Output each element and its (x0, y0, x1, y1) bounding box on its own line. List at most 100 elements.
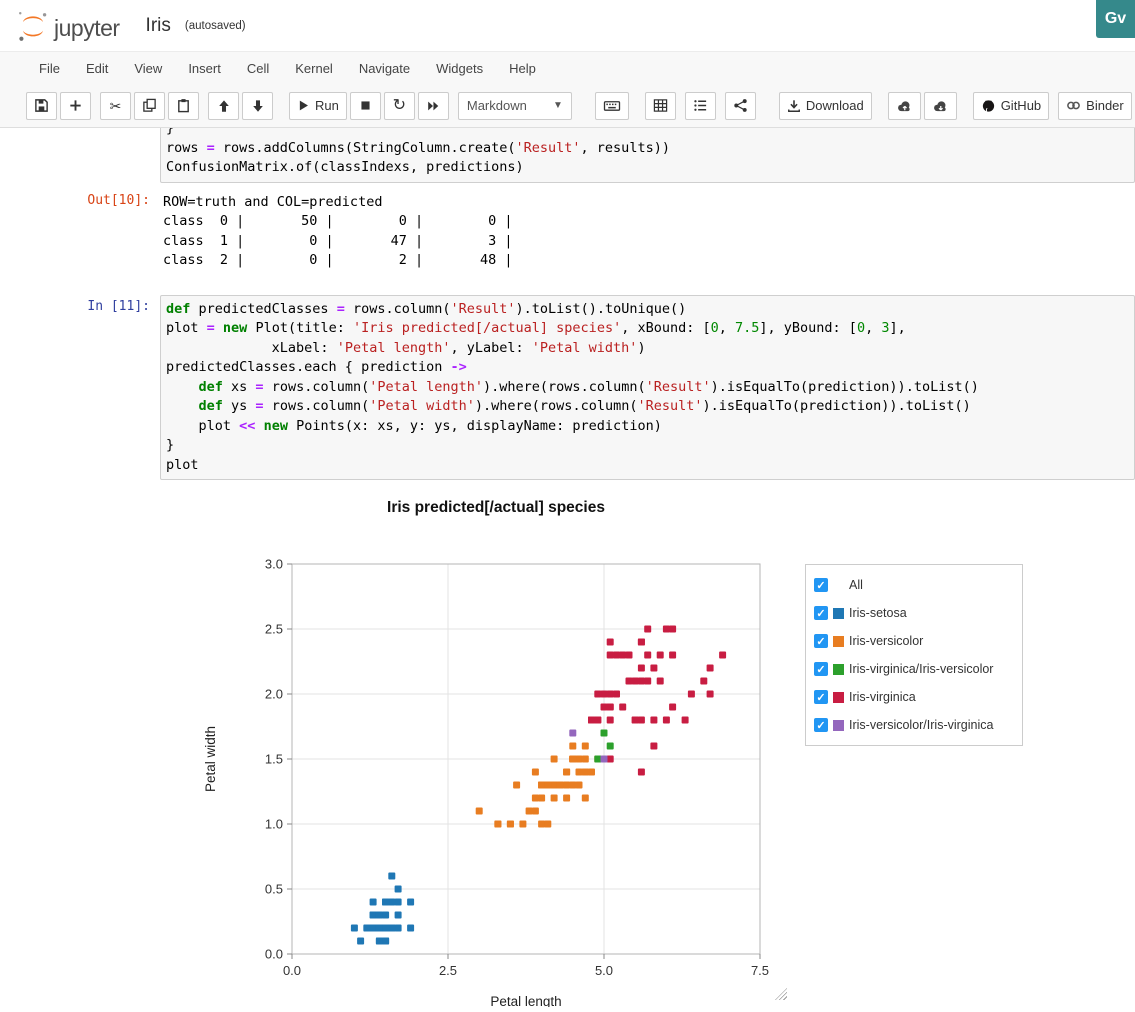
insert-cell-button[interactable] (60, 92, 91, 120)
checkbox-checked-icon[interactable] (814, 718, 828, 732)
cut-cell-button[interactable]: ✂ (100, 92, 131, 120)
download-button[interactable]: Download (779, 92, 872, 120)
github-button[interactable]: GitHub (973, 92, 1049, 120)
series-color-swatch (833, 664, 844, 675)
legend-item-iris-versicolor[interactable]: Iris-versicolor (814, 627, 1022, 655)
cloud-download-icon (932, 99, 949, 113)
menu-navigate[interactable]: Navigate (346, 56, 423, 81)
menu-kernel[interactable]: Kernel (282, 56, 346, 81)
share-button[interactable] (725, 92, 756, 120)
refresh-icon: ↻ (393, 98, 406, 114)
svg-text:Petal width: Petal width (203, 726, 218, 792)
scatter-plot[interactable]: 0.02.55.07.50.00.51.01.52.02.53.0Petal l… (185, 539, 797, 1007)
checkbox-checked-icon[interactable] (814, 606, 828, 620)
checkbox-checked-icon[interactable] (814, 634, 828, 648)
github-icon (981, 98, 996, 113)
stop-icon (359, 99, 372, 112)
grid-view-button[interactable] (645, 92, 676, 120)
toc-button[interactable] (685, 92, 716, 120)
code-editor-in11[interactable]: def predictedClasses = rows.column('Resu… (160, 295, 1135, 481)
github-label: GitHub (1001, 98, 1041, 113)
svg-text:2.5: 2.5 (265, 622, 283, 637)
link-icon (1066, 98, 1081, 113)
output-prompt: Out[10]: (0, 189, 160, 271)
restart-kernel-button[interactable]: ↻ (384, 92, 415, 120)
checkbox-checked-icon[interactable] (814, 662, 828, 676)
copy-cell-button[interactable] (134, 92, 165, 120)
code-cell-in11: In [11]: def predictedClasses = rows.col… (0, 295, 1135, 481)
notebook-area: }rows = rows.addColumns(StringColumn.cre… (0, 128, 1135, 1012)
chart-title: Iris predicted[/actual] species (190, 499, 802, 517)
cloud-upload-button[interactable] (888, 92, 921, 120)
scissors-icon: ✂ (110, 99, 122, 113)
binder-button[interactable]: Binder (1058, 92, 1132, 120)
series-color-swatch (833, 636, 844, 647)
arrow-down-icon (251, 99, 265, 113)
input-prompt: In [11]: (0, 295, 160, 481)
menu-bar: File Edit View Insert Cell Kernel Naviga… (0, 52, 1135, 84)
menu-insert[interactable]: Insert (175, 56, 234, 81)
legend-item-iris-virginica[interactable]: Iris-virginica (814, 683, 1022, 711)
series-color-swatch (833, 608, 844, 619)
copy-icon (142, 98, 157, 113)
menu-file[interactable]: File (26, 56, 73, 81)
plot-output: Iris predicted[/actual] species 0.0 2.5 5.… (160, 480, 1135, 1011)
code-editor-previous[interactable]: }rows = rows.addColumns(StringColumn.cre… (160, 128, 1135, 183)
toolbar: ✂ Run ↻ Markdown (0, 84, 1135, 127)
output-cell-out10: Out[10]: ROW=truth and COL=predicted cla… (0, 189, 1135, 271)
svg-text:1.5: 1.5 (265, 752, 283, 767)
keyboard-icon (603, 98, 621, 113)
cell-type-value: Markdown (467, 98, 527, 113)
legend-item-iris-setosa[interactable]: Iris-setosa (814, 599, 1022, 627)
menu-widgets[interactable]: Widgets (423, 56, 496, 81)
svg-text:0.0: 0.0 (283, 963, 301, 978)
cloud-upload-icon (896, 99, 913, 113)
share-icon (733, 98, 748, 113)
legend-item-iris-virginica-iris-versicolor[interactable]: Iris-virginica/Iris-versicolor (814, 655, 1022, 683)
notebook-chrome: File Edit View Insert Cell Kernel Naviga… (0, 51, 1135, 128)
cloud-download-button[interactable] (924, 92, 957, 120)
menu-help[interactable]: Help (496, 56, 549, 81)
run-button[interactable]: Run (289, 92, 347, 120)
series-color-swatch (833, 720, 844, 731)
move-cell-down-button[interactable] (242, 92, 273, 120)
svg-text:7.5: 7.5 (751, 963, 769, 978)
menu-view[interactable]: View (121, 56, 175, 81)
menu-cell[interactable]: Cell (234, 56, 282, 81)
chevron-down-icon (553, 100, 563, 111)
notebook-title[interactable]: Iris (146, 15, 171, 37)
kernel-logo-badge[interactable]: Gv (1096, 0, 1135, 38)
restart-run-all-button[interactable] (418, 92, 449, 120)
paste-cell-button[interactable] (168, 92, 199, 120)
keyboard-shortcuts-button[interactable] (595, 92, 629, 120)
menu-edit[interactable]: Edit (73, 56, 121, 81)
svg-text:1.0: 1.0 (265, 817, 283, 832)
jupyter-logo[interactable]: jupyter (16, 9, 120, 43)
grid-icon (653, 98, 668, 113)
output-prompt-empty (0, 480, 160, 1011)
download-icon (787, 99, 801, 113)
header: jupyter Iris (autosaved) Gv (0, 0, 1135, 51)
legend-item-iris-versicolor-iris-virginica[interactable]: Iris-versicolor/Iris-virginica (814, 711, 1022, 739)
download-label: Download (806, 98, 864, 113)
arrow-up-icon (217, 99, 231, 113)
svg-text:2.0: 2.0 (265, 687, 283, 702)
app-name: jupyter (54, 17, 120, 43)
cell-type-select[interactable]: Markdown (458, 92, 572, 120)
autosave-status: (autosaved) (185, 20, 246, 32)
checkbox-checked-icon[interactable] (814, 578, 828, 592)
legend-item-all[interactable]: All (814, 571, 1022, 599)
svg-text:5.0: 5.0 (595, 963, 613, 978)
jupyter-logo-icon (16, 9, 50, 43)
paste-icon (176, 98, 191, 113)
fast-forward-icon (426, 99, 440, 113)
plus-icon (68, 98, 83, 113)
confusion-matrix-output: ROW=truth and COL=predicted class 0 | 50… (163, 193, 1135, 271)
save-button[interactable] (26, 92, 57, 120)
svg-text:Petal length: Petal length (490, 994, 561, 1007)
move-cell-up-button[interactable] (208, 92, 239, 120)
series-color-swatch (833, 692, 844, 703)
input-prompt (0, 128, 160, 183)
checkbox-checked-icon[interactable] (814, 690, 828, 704)
interrupt-kernel-button[interactable] (350, 92, 381, 120)
